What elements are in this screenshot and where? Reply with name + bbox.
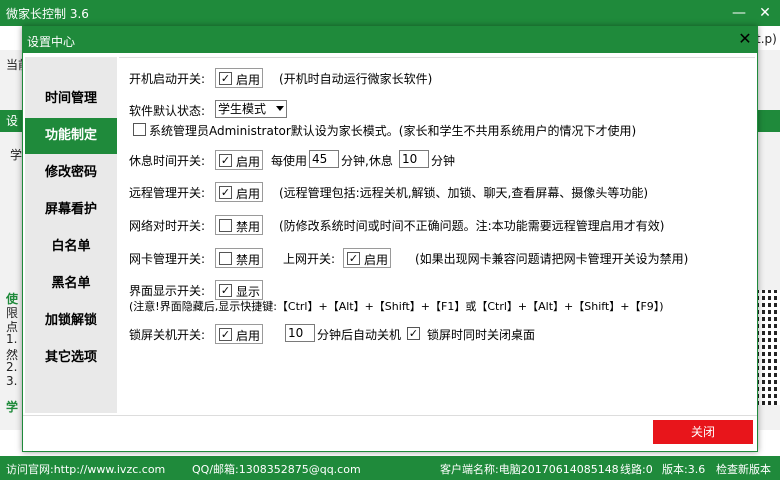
autostart-label: 开机启动开关: — [129, 72, 206, 86]
rest-minutes-input[interactable]: 10 — [399, 150, 429, 168]
minimize-button[interactable]: — — [728, 2, 750, 24]
website-link[interactable]: 访问官网:http://www.ivzc.com — [6, 461, 165, 477]
checkbox-box-icon — [219, 252, 232, 265]
checkbox-check-icon: ✓ — [219, 186, 232, 199]
shutdown-minutes-label: 分钟后自动关机 — [317, 328, 402, 342]
settings-sidebar: 时间管理 功能制定 修改密码 屏幕看护 白名单 黑名单 加锁解锁 其它选项 — [25, 57, 117, 413]
sidebar-item-time-management[interactable]: 时间管理 — [25, 81, 117, 117]
internet-checkbox[interactable]: ✓ 启用 — [343, 248, 391, 268]
app-close-button[interactable]: ✕ — [754, 2, 776, 24]
checkbox-check-icon: ✓ — [219, 154, 232, 167]
network-time-label: 网络对时开关: — [129, 219, 206, 233]
default-state-value: 学生模式 — [218, 102, 267, 116]
network-time-checkbox[interactable]: 禁用 — [215, 215, 263, 235]
bg-text-1: 学 — [10, 148, 23, 162]
settings-content: 开机启动开关: ✓ 启用 (开机时自动运行微家长软件) 软件默认状态: 学生模式… — [119, 57, 755, 413]
ui-display-note-row: (注意!界面隐藏后,显示快捷键:【Ctrl】+【Alt】+【Shift】+【F1… — [129, 296, 749, 316]
status-bar: 访问官网:http://www.ivzc.com QQ/邮箱:130835287… — [0, 456, 780, 480]
network-time-row: 网络对时开关: 禁用 (防修改系统时间或时间不正确问题。注:本功能需要远程管理启… — [129, 215, 749, 235]
default-state-row: 软件默认状态: 学生模式 — [129, 100, 749, 120]
app-titlebar: 微家长控制 3.6 — ✕ — [0, 0, 780, 26]
default-state-select[interactable]: 学生模式 — [215, 100, 287, 118]
remote-note: (远程管理包括:远程关机,解锁、加锁、聊天,查看屏幕、摄像头等功能) — [279, 186, 649, 200]
checkbox-check-icon: ✓ — [219, 328, 232, 341]
dialog-footer: 关闭 — [23, 415, 757, 451]
app-title: 微家长控制 3.6 — [6, 7, 89, 21]
bg-left-line: 2. — [6, 360, 18, 374]
network-time-note: (防修改系统时间或时间不正确问题。注:本功能需要远程管理启用才有效) — [279, 219, 665, 233]
sidebar-item-lock-unlock[interactable]: 加锁解锁 — [25, 303, 117, 339]
version-text: 版本:3.6 — [662, 463, 706, 476]
autostart-note: (开机时自动运行微家长软件) — [279, 72, 433, 86]
autostart-checkbox-label: 启用 — [236, 73, 261, 87]
rest-time-checkbox-label: 启用 — [236, 155, 261, 169]
sidebar-item-screen-watch[interactable]: 屏幕看护 — [25, 192, 117, 228]
rest-time-row: 休息时间开关: ✓ 启用 每使用 45 分钟,休息 10 分钟 — [129, 150, 749, 170]
admin-default-note: 系统管理员Administrator默认设为家长模式。(家长和学生不共用系统用户… — [149, 124, 637, 138]
close-button[interactable]: 关闭 — [653, 420, 753, 444]
shutdown-minutes-input[interactable]: 10 — [285, 324, 315, 342]
remote-checkbox[interactable]: ✓ 启用 — [215, 182, 263, 202]
bg-left-line: 3. — [6, 374, 18, 388]
chevron-down-icon — [276, 106, 284, 111]
bg-right-snippet: t.p) — [756, 32, 777, 46]
settings-dialog: 设置中心 ✕ 时间管理 功能制定 修改密码 屏幕看护 白名单 黑名单 加锁解锁 … — [22, 26, 758, 452]
checkbox-check-icon: ✓ — [407, 327, 420, 340]
rest-time-checkbox[interactable]: ✓ 启用 — [215, 150, 263, 170]
sidebar-item-blacklist[interactable]: 黑名单 — [25, 266, 117, 302]
usage-minutes-input[interactable]: 45 — [309, 150, 339, 168]
client-name-text: 客户端名称:电脑20170614085148 — [440, 463, 619, 476]
rest-every-label: 每使用 — [271, 154, 308, 168]
rest-time-label: 休息时间开关: — [129, 154, 206, 168]
internet-checkbox-label: 启用 — [364, 253, 389, 267]
dialog-close-icon[interactable]: ✕ — [735, 29, 755, 49]
contact-text: QQ/邮箱:1308352875@qq.com — [192, 463, 361, 476]
sidebar-item-whitelist[interactable]: 白名单 — [25, 229, 117, 265]
checkbox-box-icon — [133, 123, 146, 136]
network-time-checkbox-label: 禁用 — [236, 220, 261, 234]
dialog-titlebar: 设置中心 ✕ — [23, 27, 757, 53]
remote-checkbox-label: 启用 — [236, 187, 261, 201]
lock-shutdown-label: 锁屏关机开关: — [129, 328, 206, 342]
autostart-row: 开机启动开关: ✓ 启用 (开机时自动运行微家长软件) — [129, 68, 749, 88]
qr-code-overlay — [756, 290, 780, 405]
sidebar-item-function-settings[interactable]: 功能制定 — [25, 118, 117, 154]
lock-shutdown-checkbox-label: 启用 — [236, 329, 261, 343]
checkbox-check-icon: ✓ — [347, 252, 360, 265]
bg-green-tab-right — [756, 110, 780, 132]
nic-checkbox-label: 禁用 — [236, 253, 261, 267]
lock-shutdown-row: 锁屏关机开关: ✓ 启用 10 分钟后自动关机 ✓ 锁屏时同时关闭桌面 — [129, 324, 749, 344]
remote-label: 远程管理开关: — [129, 186, 206, 200]
rest-minutes-label: 分钟,休息 — [341, 154, 393, 168]
bg-left-bottom: 学 — [6, 400, 19, 414]
nic-label: 网卡管理开关: — [129, 252, 206, 266]
checkbox-check-icon: ✓ — [219, 72, 232, 85]
internet-label: 上网开关: — [283, 252, 336, 266]
bg-green-tab[interactable]: 设 — [0, 110, 24, 132]
nic-row: 网卡管理开关: 禁用 上网开关: ✓ 启用 (如果出现网卡兼容问题请把网卡管理开… — [129, 248, 749, 268]
bg-left-line: 1. — [6, 332, 18, 346]
default-state-label: 软件默认状态: — [129, 104, 206, 118]
rest-unit-label: 分钟 — [431, 154, 456, 168]
line-text: 线路:0 — [620, 463, 653, 476]
nic-note: (如果出现网卡兼容问题请把网卡管理开关设为禁用) — [415, 252, 689, 266]
remote-row: 远程管理开关: ✓ 启用 (远程管理包括:远程关机,解锁、加锁、聊天,查看屏幕、… — [129, 182, 749, 202]
sidebar-item-change-password[interactable]: 修改密码 — [25, 155, 117, 191]
nic-checkbox[interactable]: 禁用 — [215, 248, 263, 268]
admin-default-row: 系统管理员Administrator默认设为家长模式。(家长和学生不共用系统用户… — [129, 120, 749, 140]
ui-display-note: (注意!界面隐藏后,显示快捷键:【Ctrl】+【Alt】+【Shift】+【F1… — [129, 300, 664, 313]
sidebar-item-other-options[interactable]: 其它选项 — [25, 340, 117, 376]
close-desktop-label: 锁屏时同时关闭桌面 — [427, 328, 536, 342]
check-update-link[interactable]: 检查新版本 — [716, 461, 771, 477]
dialog-title: 设置中心 — [27, 35, 76, 49]
autostart-checkbox[interactable]: ✓ 启用 — [215, 68, 263, 88]
lock-shutdown-checkbox[interactable]: ✓ 启用 — [215, 324, 263, 344]
checkbox-box-icon — [219, 219, 232, 232]
